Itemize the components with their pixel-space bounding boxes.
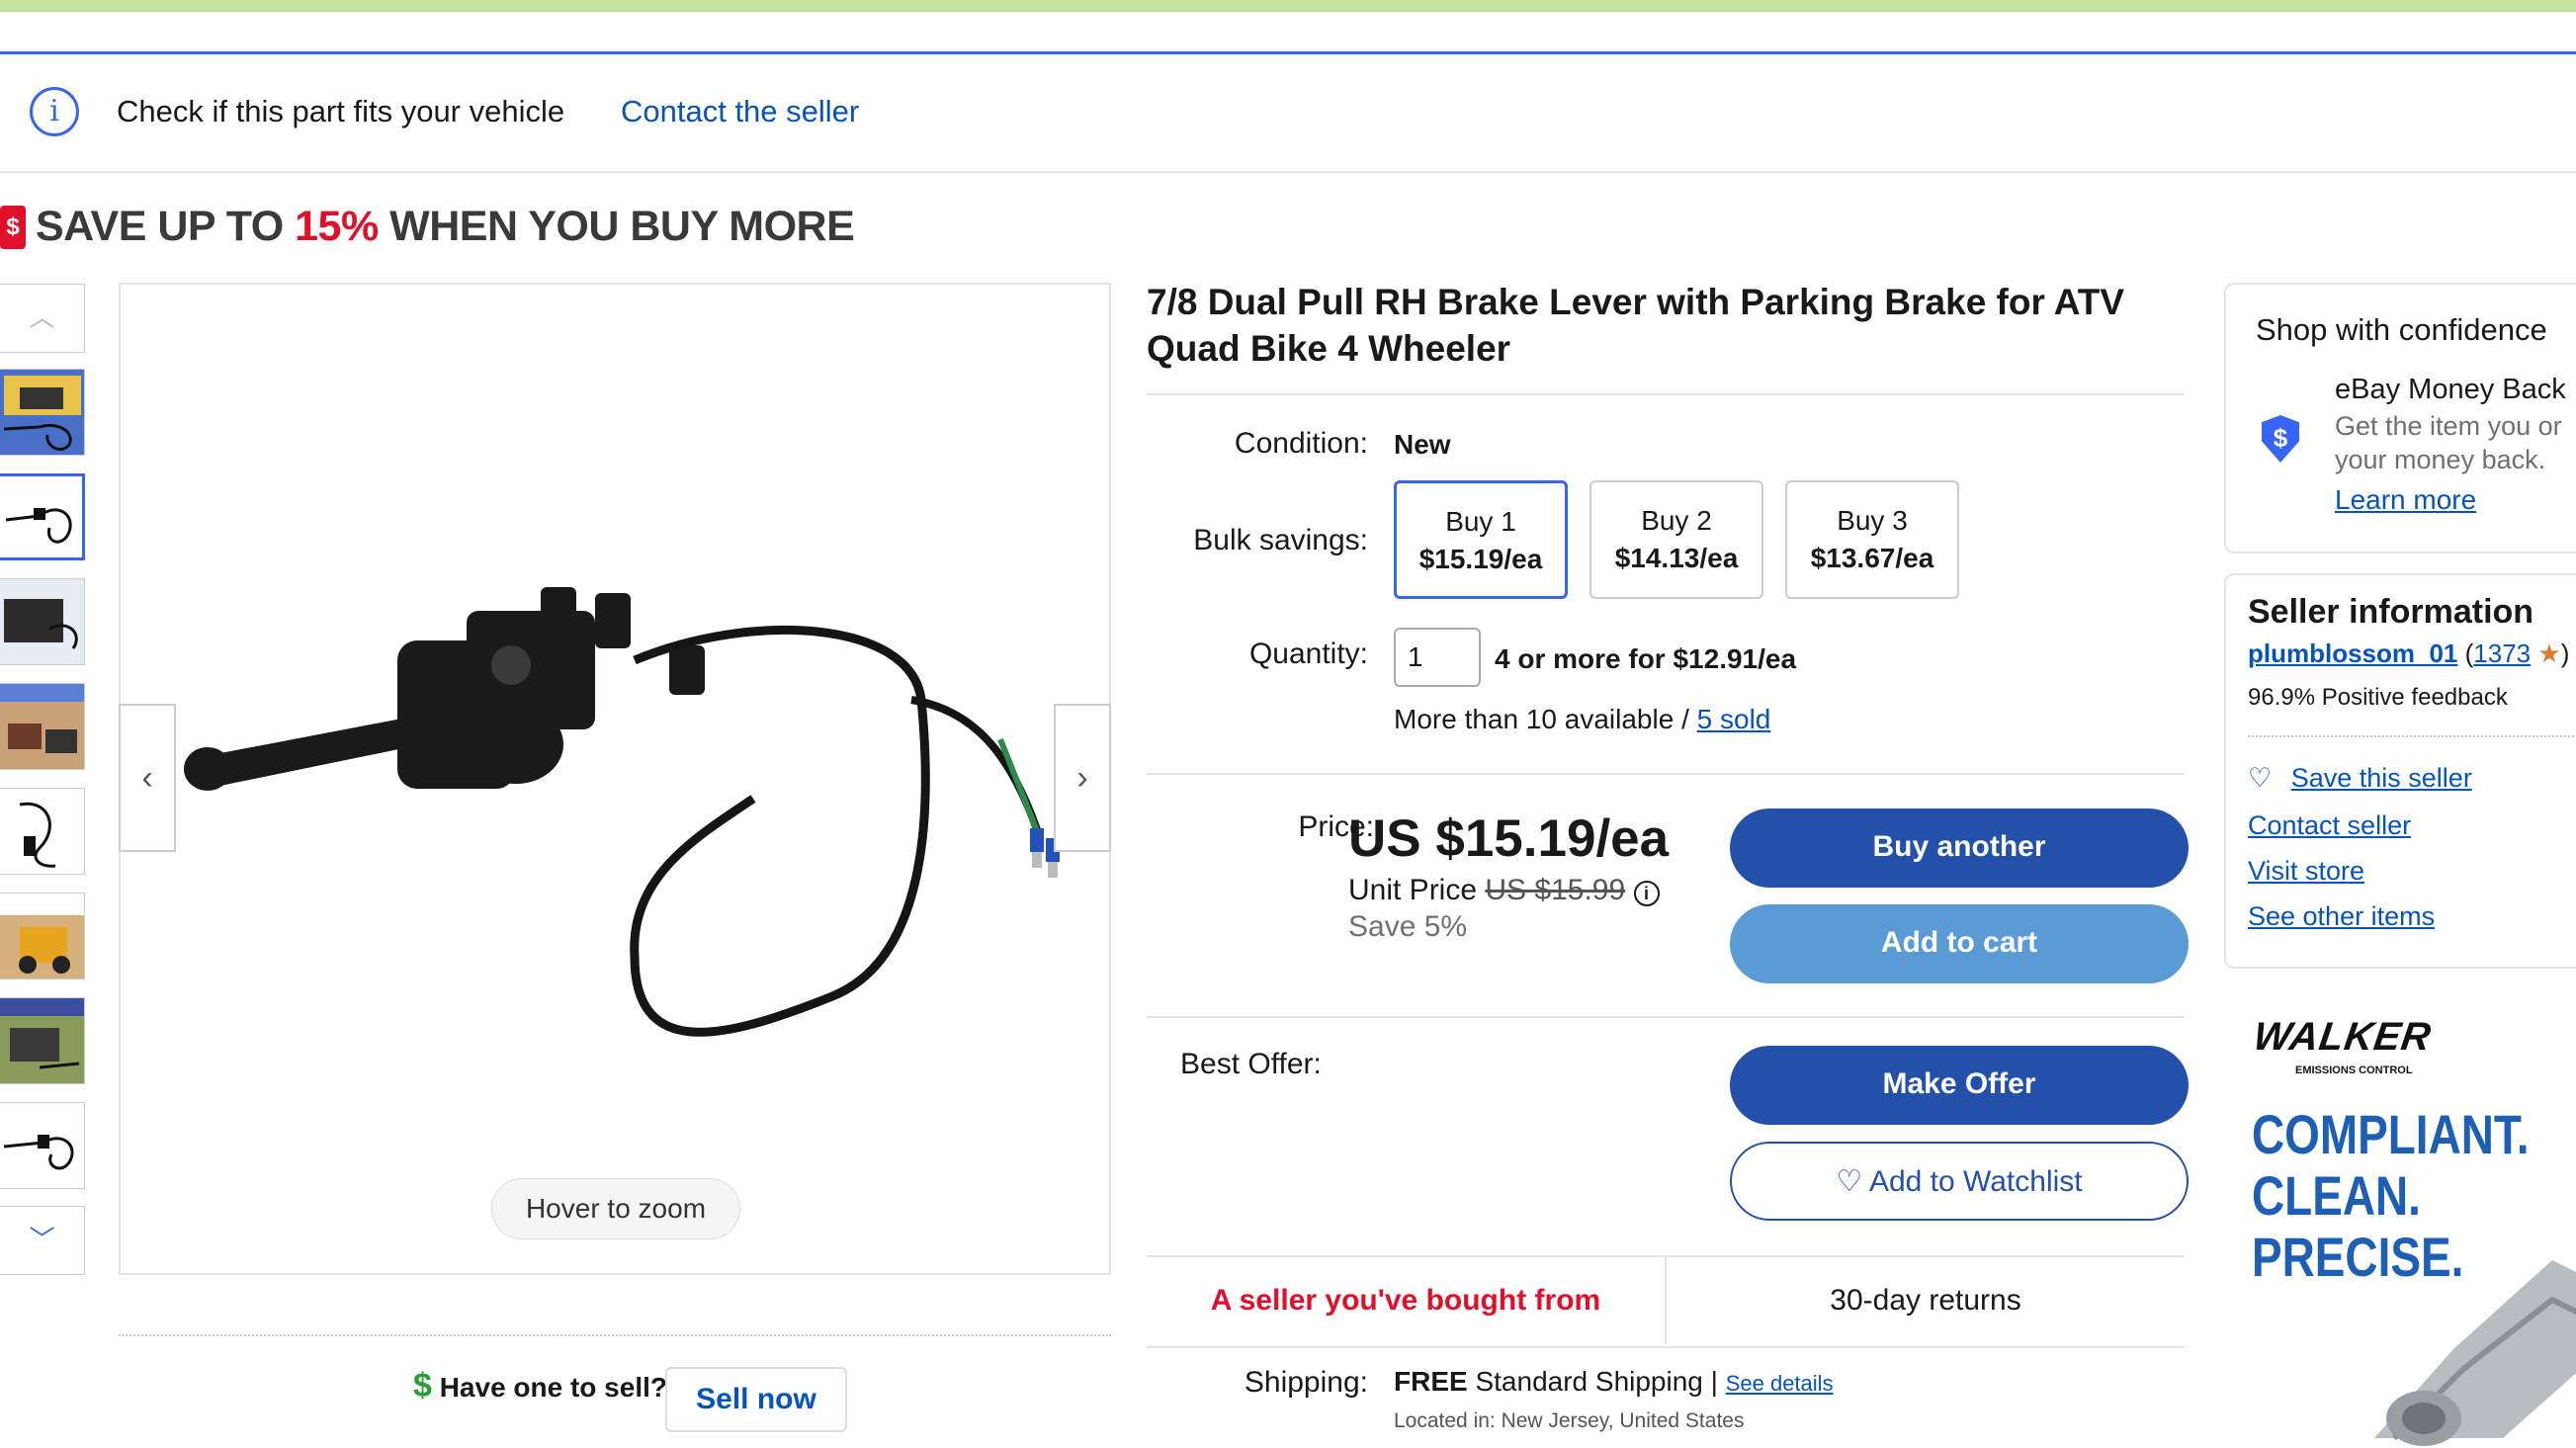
bulk-option-price: $13.67/ea xyxy=(1810,543,1934,573)
sell-prompt: $ Have one to sell? xyxy=(413,1367,667,1405)
thumbnail-scroll-down-button[interactable]: ﹀ xyxy=(0,1206,85,1275)
add-to-watchlist-button[interactable]: ♡ Add to Watchlist xyxy=(1730,1142,2189,1221)
image-next-button[interactable]: › xyxy=(1054,704,1111,852)
sold-count-link[interactable]: 5 sold xyxy=(1697,704,1771,734)
bulk-option-2[interactable]: Buy 2 $14.13/ea xyxy=(1589,480,1763,599)
item-price: US $15.19/ea xyxy=(1348,809,1670,868)
visit-store-link[interactable]: Visit store xyxy=(2248,856,2364,887)
money-back-line1: Get the item you or xyxy=(2335,411,2562,441)
heart-icon: ♡ xyxy=(1836,1165,1869,1198)
best-offer-label: Best Offer: xyxy=(1180,1048,1322,1080)
seller-info-title: Seller information xyxy=(2248,593,2534,631)
image-prev-button[interactable]: ‹ xyxy=(119,704,176,852)
availability: More than 10 available / xyxy=(1394,704,1697,734)
save-seller-row[interactable]: ♡ Save this seller xyxy=(2248,763,2472,794)
title-divider xyxy=(1147,393,2185,395)
qty-divider xyxy=(1147,773,2185,775)
quantity-input[interactable]: 1 xyxy=(1394,628,1481,687)
bulk-option-price: $15.19/ea xyxy=(1418,544,1543,574)
sell-now-button[interactable]: Sell now xyxy=(665,1367,847,1432)
ad-brand: WALKER xyxy=(2250,1015,2435,1059)
make-offer-button[interactable]: Make Offer xyxy=(1730,1046,2189,1125)
thumbnail-6[interactable] xyxy=(0,893,85,980)
add-to-cart-button[interactable]: Add to cart xyxy=(1730,904,2189,983)
info-icon: i xyxy=(30,87,79,136)
bulk-option-price: $14.13/ea xyxy=(1614,543,1739,573)
fitment-check-text[interactable]: Check if this part fits your vehicle xyxy=(117,94,564,129)
ad-line-2: CLEAN. xyxy=(2252,1164,2421,1227)
ad-line-1: COMPLIANT. xyxy=(2252,1103,2530,1165)
star-icon: ★ xyxy=(2537,639,2561,668)
unit-price-label: Unit Price xyxy=(1348,874,1486,906)
seller-name-link[interactable]: plumblossom_01 xyxy=(2248,639,2457,668)
shipping-info: FREE Standard Shipping | See details xyxy=(1394,1366,1834,1398)
returns-policy: 30-day returns xyxy=(1667,1255,2185,1344)
shipping-divider xyxy=(1147,1346,2185,1348)
ad-brand-sub: EMISSIONS CONTROL xyxy=(2295,1065,2413,1076)
thumbnail-2[interactable] xyxy=(0,473,85,560)
banner-percent: 15% xyxy=(295,203,379,250)
gallery-divider xyxy=(119,1334,1111,1336)
money-back-title: eBay Money Back xyxy=(2335,374,2566,405)
thumbnail-4[interactable] xyxy=(0,683,85,770)
thumbnail-1[interactable] xyxy=(0,369,85,456)
bulk-option-qty: Buy 2 xyxy=(1641,505,1712,536)
bulk-option-3[interactable]: Buy 3 $13.67/ea xyxy=(1785,480,1959,599)
free-shipping: FREE xyxy=(1394,1366,1468,1397)
price-divider xyxy=(1147,1016,2185,1018)
thumbnail-7[interactable] xyxy=(0,997,85,1084)
bulk-savings-label: Bulk savings: xyxy=(1193,524,1368,556)
catalytic-converter-image xyxy=(2374,1260,2576,1446)
original-price: US $15.99 xyxy=(1485,874,1626,906)
main-product-image[interactable] xyxy=(119,283,1111,1275)
hover-to-zoom-label: Hover to zoom xyxy=(491,1178,740,1239)
volume-pricing-banner: SAVE UP TO 15% WHEN YOU BUY MORE xyxy=(36,203,855,251)
condition-value: New xyxy=(1394,429,1451,460)
shipping-type: Standard Shipping | xyxy=(1467,1366,1726,1397)
thumbnail-8[interactable] xyxy=(0,1102,85,1189)
thumbnail-5[interactable] xyxy=(0,788,85,875)
walker-ad[interactable]: WALKER EMISSIONS CONTROL COMPLIANT. CLEA… xyxy=(2236,1003,2576,1446)
item-title: 7/8 Dual Pull RH Brake Lever with Parkin… xyxy=(1147,282,2125,369)
thumbnail-scroll-up-button[interactable]: ︿ xyxy=(0,284,85,353)
confidence-title: Shop with confidence xyxy=(2256,312,2547,347)
contact-seller-sidebar-link[interactable]: Contact seller xyxy=(2248,810,2411,841)
bulk-option-qty: Buy 1 xyxy=(1445,506,1516,537)
top-banner-strip xyxy=(0,0,2576,12)
save-seller-link[interactable]: Save this seller xyxy=(2291,763,2472,793)
seller-divider xyxy=(2248,735,2574,737)
see-details-link[interactable]: See details xyxy=(1726,1371,1834,1396)
money-back-line2: your money back. xyxy=(2335,445,2546,474)
shipping-label: Shipping: xyxy=(1244,1366,1368,1399)
condition-label: Condition: xyxy=(1234,427,1368,460)
feedback-count-link[interactable]: 1373 xyxy=(2473,639,2531,668)
see-other-items-link[interactable]: See other items xyxy=(2248,901,2435,932)
availability-text: More than 10 available / 5 sold xyxy=(1394,704,1770,735)
quantity-deal: 4 or more for $12.91/ea xyxy=(1495,643,1797,674)
brake-lever-image xyxy=(184,587,1060,1037)
contact-seller-link[interactable]: Contact the seller xyxy=(621,94,859,129)
item-location: Located in: New Jersey, United States xyxy=(1394,1409,1745,1432)
positive-feedback: 96.9% Positive feedback xyxy=(2248,684,2508,711)
banner-suffix: WHEN YOU BUY MORE xyxy=(378,203,855,250)
buy-another-button[interactable]: Buy another xyxy=(1730,809,2189,888)
heart-outline-icon: ♡ xyxy=(2248,763,2273,793)
dollar-icon: $ xyxy=(413,1367,432,1405)
seller-bought-badge: A seller you've bought from xyxy=(1147,1255,1667,1344)
info-circle-icon[interactable]: i xyxy=(1633,881,1660,906)
unit-price: Unit Price US $15.99 i xyxy=(1348,874,1660,907)
learn-more-link[interactable]: Learn more xyxy=(2335,484,2476,516)
bulk-option-qty: Buy 3 xyxy=(1837,505,1908,536)
banner-prefix: SAVE UP TO xyxy=(36,203,296,250)
savings-percent: Save 5% xyxy=(1348,910,1468,943)
watchlist-label: Add to Watchlist xyxy=(1868,1165,2083,1198)
thumbnail-3[interactable] xyxy=(0,578,85,665)
sell-question: Have one to sell? xyxy=(439,1372,667,1403)
seller-name-row: plumblossom_01 (1373 ★) xyxy=(2248,639,2570,668)
price-tag-icon: $ xyxy=(0,206,26,249)
price-label: Price: xyxy=(1298,810,1374,843)
quantity-label: Quantity: xyxy=(1248,638,1368,670)
bulk-option-1[interactable]: Buy 1 $15.19/ea xyxy=(1394,480,1568,599)
